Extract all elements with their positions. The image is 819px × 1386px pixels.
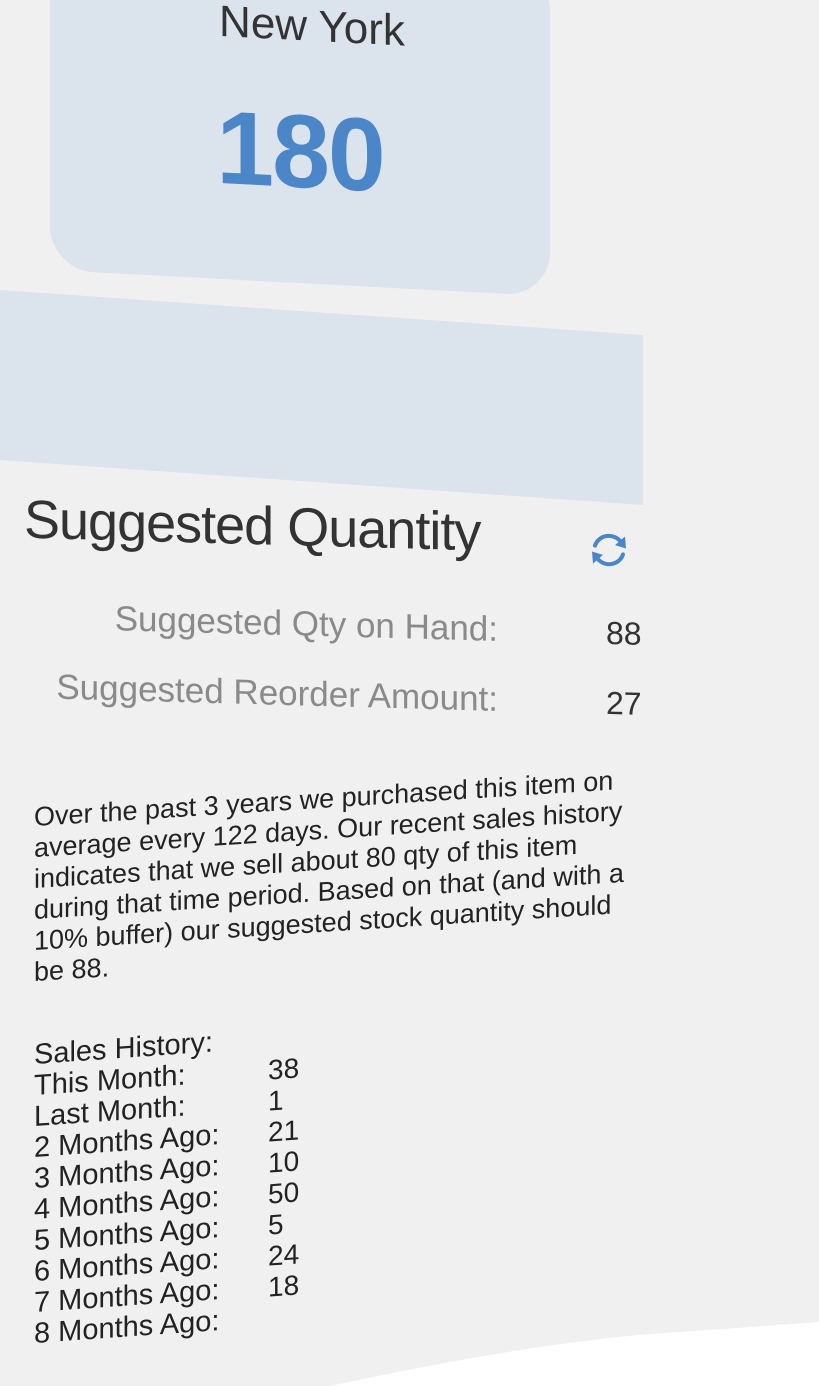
refresh-button[interactable] (584, 526, 634, 577)
history-value: 50 (268, 1176, 300, 1210)
page: New York 180 Suggested Quantity Suggeste… (0, 0, 819, 1386)
suggested-reorder-amount-row: Suggested Reorder Amount: 27 (0, 666, 660, 728)
section-title: Suggested Quantity (24, 489, 481, 563)
history-value: 24 (268, 1238, 300, 1272)
location-name: New York (219, 0, 405, 56)
history-value: 38 (268, 1052, 300, 1086)
qty-value: 27 (606, 684, 642, 722)
history-value: 10 (268, 1145, 300, 1179)
sales-history: Sales History: This Month: Last Month: 3… (34, 1018, 354, 1350)
history-value: 1 (268, 1084, 284, 1117)
refresh-icon (586, 526, 632, 578)
qty-label: Suggested Reorder Amount: (56, 667, 498, 719)
suggested-qty-on-hand-row: Suggested Qty on Hand: 88 (0, 596, 660, 658)
location-card[interactable]: New York 180 (50, 0, 550, 297)
history-value: 18 (268, 1269, 300, 1303)
banner-strip (0, 290, 643, 505)
qty-value: 88 (606, 614, 642, 652)
qty-label: Suggested Qty on Hand: (114, 599, 498, 649)
suggestion-explanation: Over the past 3 years we purchased this … (34, 765, 624, 987)
history-value: 5 (268, 1208, 284, 1241)
history-value: 21 (268, 1114, 300, 1148)
location-quantity: 180 (216, 89, 384, 215)
